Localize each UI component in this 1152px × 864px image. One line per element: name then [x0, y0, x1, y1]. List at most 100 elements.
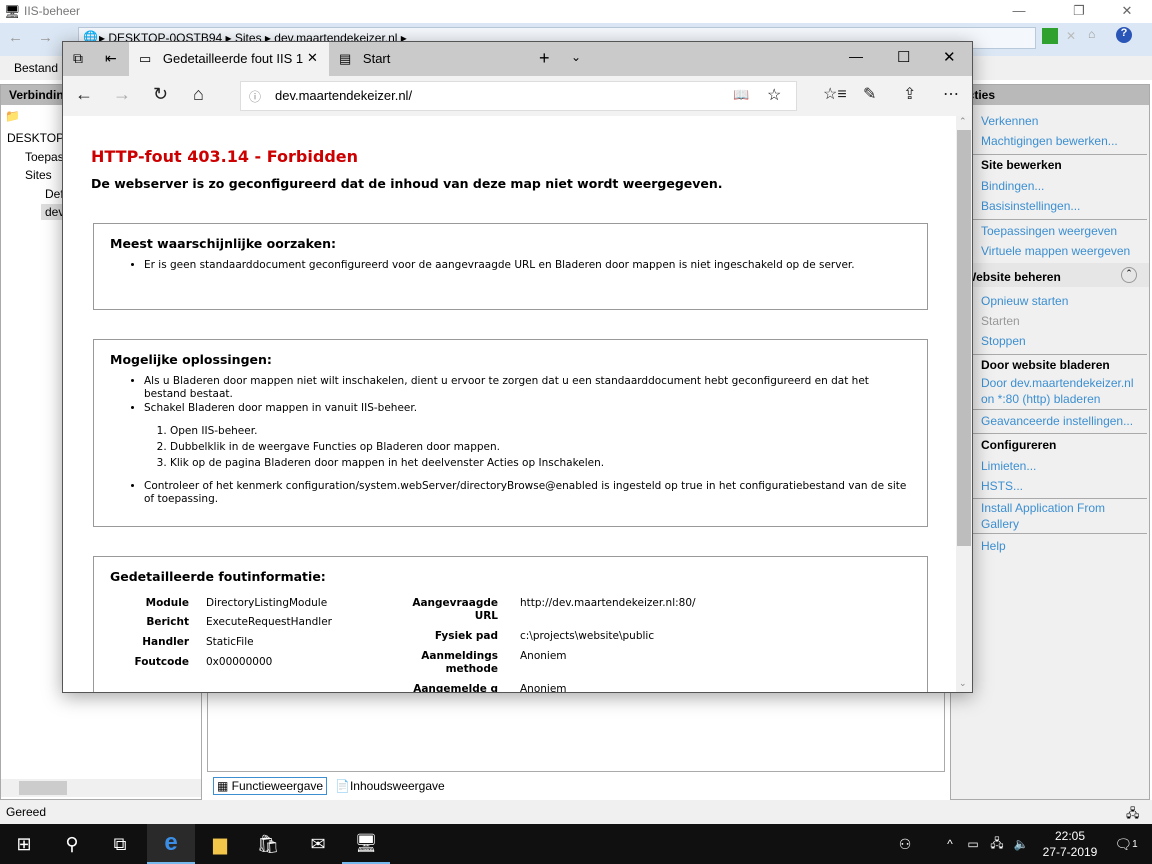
- favorites-icon[interactable]: ☆≡: [823, 84, 847, 104]
- scrollbar-thumb[interactable]: [957, 130, 971, 546]
- tab-start[interactable]: ▤ Start: [335, 42, 529, 76]
- mail-icon[interactable]: ✉: [294, 824, 342, 864]
- refresh-icon[interactable]: ↻: [153, 84, 168, 105]
- tab-list-chevron-icon[interactable]: ⌄: [571, 50, 581, 64]
- scrollbar-thumb[interactable]: [19, 781, 67, 795]
- detail-key: Aangemelde g: [413, 683, 498, 692]
- more-icon[interactable]: ⋯: [943, 84, 959, 104]
- action-install-gallery[interactable]: Install Application From Gallery: [981, 500, 1141, 532]
- store-icon[interactable]: 🛍: [244, 824, 292, 864]
- favorite-star-icon[interactable]: ☆: [767, 85, 781, 105]
- scroll-up-icon[interactable]: ⌃: [959, 116, 967, 127]
- home-icon[interactable]: ⌂: [1088, 27, 1095, 41]
- tab-content-view[interactable]: 📄Inhoudsweergave: [332, 778, 448, 794]
- address-bar[interactable]: ⓘ dev.maartendekeizer.nl/ 📖 ☆: [240, 81, 797, 111]
- status-text: Gereed: [6, 805, 47, 819]
- error-title: HTTP-fout 403.14 - Forbidden: [91, 147, 359, 166]
- maximize-icon[interactable]: ☐: [897, 48, 910, 66]
- detail-value: ExecuteRequestHandler: [206, 616, 332, 628]
- tree-sites[interactable]: Sites: [25, 168, 52, 182]
- navigation-bar: ← → ↻ ⌂ ⓘ dev.maartendekeizer.nl/ 📖 ☆ ☆≡…: [63, 76, 972, 116]
- forward-icon: →: [113, 84, 131, 104]
- vertical-scrollbar[interactable]: ⌃ ⌄: [956, 116, 972, 692]
- stop-icon[interactable]: ✕: [1066, 29, 1076, 43]
- tab-bar: ⧉ ⇤ ▭ Gedetailleerde fout IIS 1 ✕ ▤ Star…: [63, 42, 972, 76]
- tab-label: Gedetailleerde fout IIS 1: [162, 51, 304, 66]
- battery-icon[interactable]: ▭: [962, 824, 984, 864]
- restore-icon[interactable]: ❐: [1064, 3, 1094, 19]
- action-basic-settings[interactable]: Basisinstellingen...: [981, 198, 1080, 214]
- tab-feature-view[interactable]: ▦ Functieweergave: [213, 777, 328, 795]
- horizontal-scrollbar[interactable]: [1, 779, 201, 797]
- solution-item: Controleer of het kenmerk configuration/…: [144, 480, 911, 506]
- close-icon[interactable]: ✕: [943, 48, 956, 66]
- action-center-icon[interactable]: 🗨 1: [1106, 824, 1146, 864]
- content-panel: [207, 680, 945, 772]
- action-help[interactable]: Help: [981, 538, 1006, 554]
- show-hidden-icons-chevron[interactable]: ^: [940, 824, 960, 864]
- edge-taskbar-icon[interactable]: e: [147, 824, 195, 864]
- refresh-icon[interactable]: [1042, 28, 1058, 44]
- set-tabs-aside-icon[interactable]: ⇤: [105, 50, 117, 67]
- header-edit-site: Site bewerken: [981, 158, 1062, 172]
- url-text[interactable]: dev.maartendekeizer.nl/: [275, 88, 412, 103]
- iis-title-bar: 🖥 IIS-beheer — ❐ ✕: [0, 0, 1152, 23]
- collapse-icon[interactable]: ⌃: [1121, 267, 1137, 283]
- new-tab-icon[interactable]: +: [539, 48, 550, 69]
- action-browse-site[interactable]: Door dev.maartendekeizer.nl on *:80 (htt…: [981, 375, 1141, 407]
- action-view-applications[interactable]: Toepassingen weergeven: [981, 223, 1117, 239]
- search-icon[interactable]: ⚲: [48, 824, 96, 864]
- action-limits[interactable]: Limieten...: [981, 458, 1036, 474]
- help-icon[interactable]: ?: [1116, 27, 1132, 43]
- action-edit-permissions[interactable]: Machtigingen bewerken...: [981, 133, 1118, 149]
- clock-date: 27-7-2019: [1042, 845, 1098, 859]
- action-explore[interactable]: Verkennen: [981, 113, 1038, 129]
- reading-view-icon[interactable]: 📖: [733, 87, 749, 103]
- pen-icon[interactable]: ✎: [863, 84, 876, 104]
- action-bindings[interactable]: Bindingen...: [981, 178, 1044, 194]
- network-icon[interactable]: 🖧: [986, 824, 1008, 864]
- solutions-heading: Mogelijke oplossingen:: [110, 352, 272, 367]
- action-view-virtual-dirs[interactable]: Virtuele mappen weergeven: [981, 243, 1130, 259]
- minimize-icon[interactable]: —: [849, 48, 863, 64]
- detail-key: Handler: [142, 636, 189, 648]
- close-icon[interactable]: ✕: [1112, 3, 1142, 19]
- error-subtitle: De webserver is zo geconfigureerd dat de…: [91, 176, 723, 191]
- detail-value: c:\projects\website\public: [520, 630, 655, 642]
- tab-preview-icon[interactable]: ⧉: [73, 50, 83, 67]
- people-icon[interactable]: ⚇: [890, 824, 920, 864]
- menu-file[interactable]: Bestand: [14, 61, 58, 75]
- action-restart[interactable]: Opnieuw starten: [981, 293, 1068, 309]
- details-heading: Gedetailleerde foutinformatie:: [110, 569, 326, 584]
- start-windows-icon[interactable]: ⊞: [0, 824, 48, 864]
- info-icon[interactable]: ⓘ: [249, 88, 261, 105]
- detail-value: 0x00000000: [206, 656, 273, 668]
- iis-manager-taskbar-icon[interactable]: 🖥: [342, 824, 390, 864]
- action-stop[interactable]: Stoppen: [981, 333, 1026, 349]
- file-explorer-icon[interactable]: ▆: [196, 824, 244, 864]
- action-start: Starten: [981, 314, 1020, 328]
- solution-step: Dubbelklik in de weergave Functies op Bl…: [170, 440, 911, 455]
- scroll-down-icon[interactable]: ⌄: [959, 678, 967, 689]
- iis-app-icon: 🖥: [4, 4, 21, 19]
- forward-icon[interactable]: →: [38, 29, 53, 46]
- detail-value: DirectoryListingModule: [206, 597, 328, 609]
- action-advanced-settings[interactable]: Geavanceerde instellingen...: [981, 413, 1133, 429]
- detail-value: Anoniem: [520, 650, 567, 662]
- clock[interactable]: 22:05 27-7-2019: [1040, 828, 1100, 860]
- tab-feature-view-label: Functieweergave: [231, 779, 324, 793]
- share-icon[interactable]: ⇪: [903, 84, 916, 104]
- tab-error-page[interactable]: ▭ Gedetailleerde fout IIS 1 ✕: [129, 42, 329, 76]
- action-hsts[interactable]: HSTS...: [981, 478, 1023, 494]
- task-view-icon[interactable]: ⧉: [96, 824, 144, 864]
- minimize-icon[interactable]: —: [1004, 3, 1034, 18]
- volume-icon[interactable]: 🔈: [1010, 824, 1032, 864]
- back-icon[interactable]: ←: [8, 29, 23, 46]
- home-icon[interactable]: ⌂: [193, 84, 204, 105]
- back-icon[interactable]: ←: [75, 84, 93, 105]
- connect-icon[interactable]: 📁: [5, 109, 20, 123]
- tab-label: Start: [362, 51, 391, 66]
- close-tab-icon[interactable]: ✕: [307, 50, 318, 66]
- iis-window-title: IIS-beheer: [24, 4, 81, 18]
- page-icon: ▭: [139, 51, 152, 66]
